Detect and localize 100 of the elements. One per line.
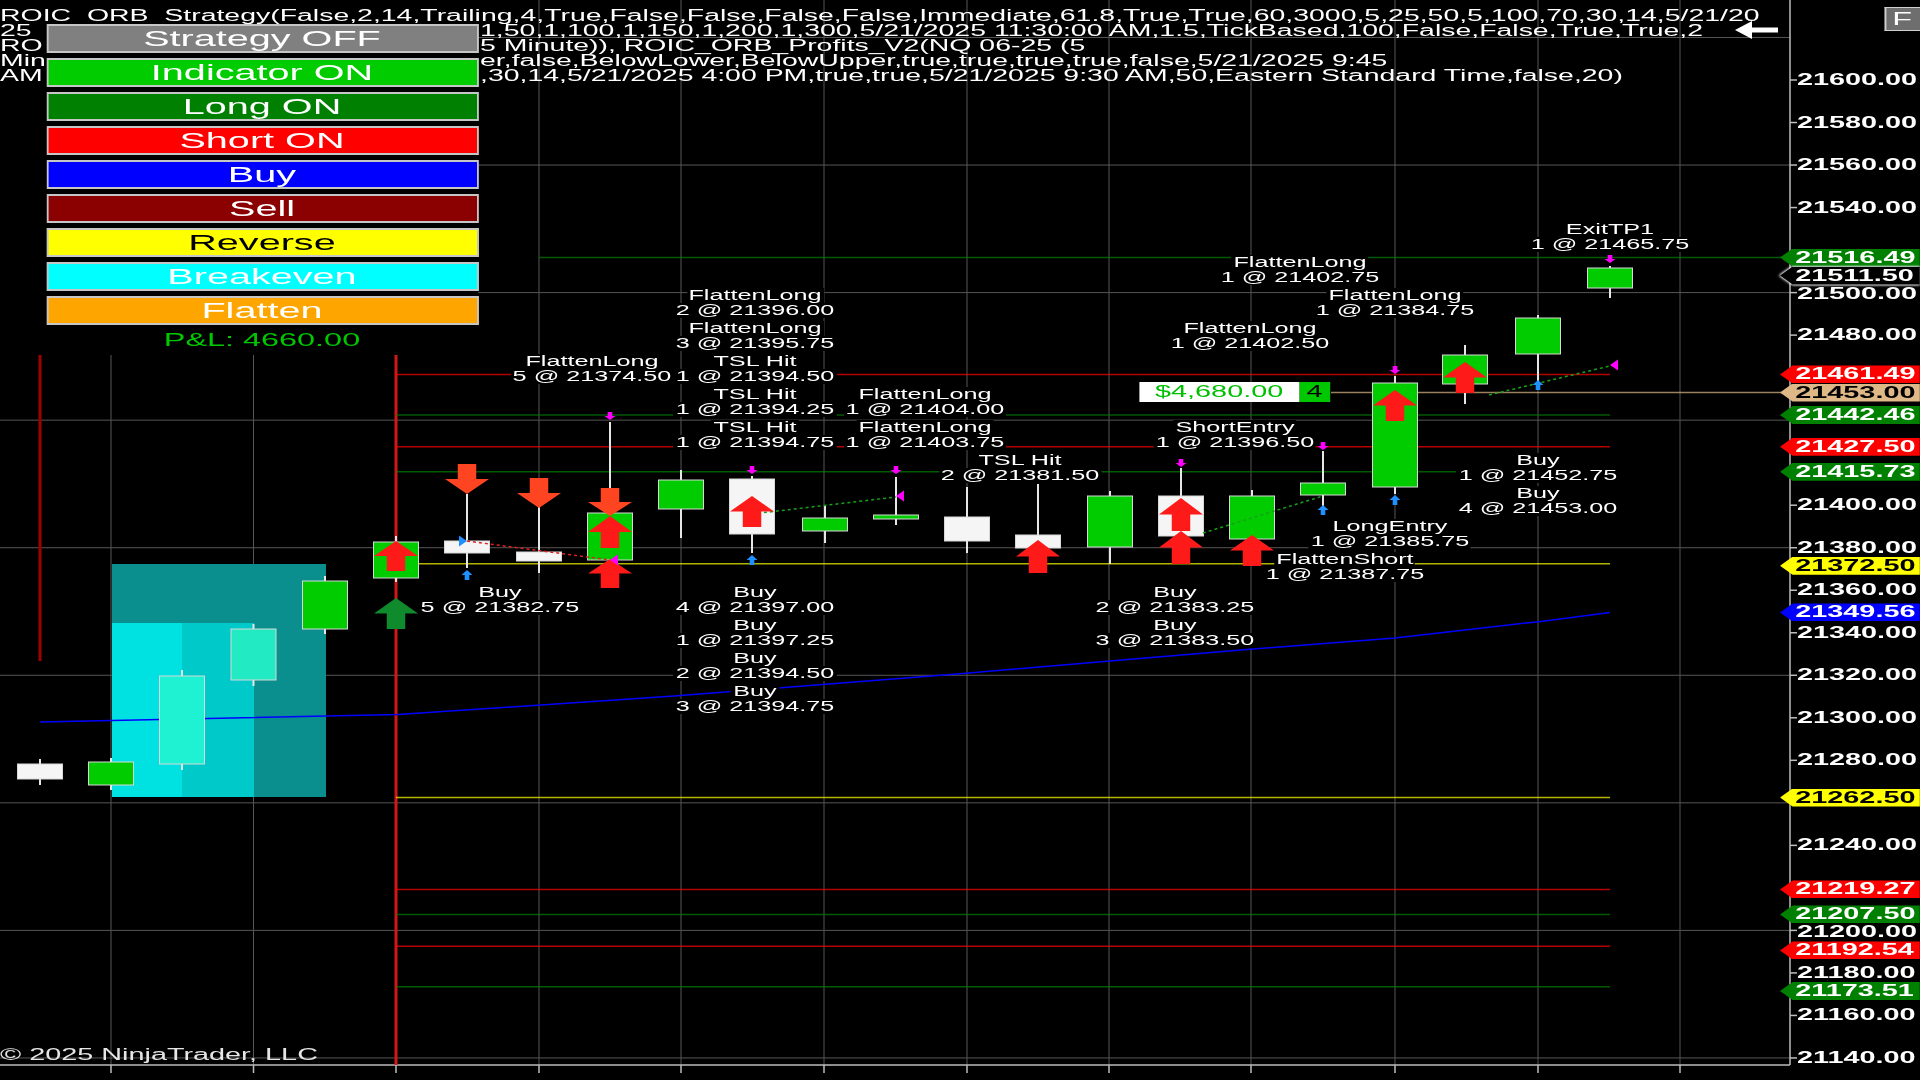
up-arrow-icon — [461, 570, 473, 580]
price-axis-label: 21380.00 — [1796, 538, 1918, 557]
candle — [230, 623, 277, 687]
down-arrow-icon — [445, 464, 489, 494]
long-on-button[interactable]: Long ON — [46, 92, 478, 121]
trade-fill-text: 3 @ 21383.50 — [1093, 632, 1257, 648]
candle — [88, 757, 134, 791]
trade-fill-text: 4 @ 21397.00 — [673, 599, 837, 615]
trade-action-text: FlattenShort — [1274, 551, 1416, 567]
candle — [516, 505, 562, 574]
price-axis-label: 21180.00 — [1796, 963, 1916, 982]
price-marker: 21173.51 — [1780, 981, 1920, 1000]
strategy-parameters-text: 5 Minute)), ROIC_ORB_Profits_V2(NQ 06-25 (5 — [480, 38, 1086, 53]
toolbar-button[interactable]: F — [1885, 7, 1920, 31]
strategy-parameters-text: 25 — [0, 23, 32, 38]
position-size: 4 — [1299, 382, 1330, 402]
price-marker: 21461.49 — [1780, 365, 1920, 384]
price-axis-label: 21580.00 — [1796, 113, 1918, 132]
price-marker: 21349.56 — [1780, 603, 1920, 622]
up-arrow-icon — [588, 516, 632, 548]
trade-fill-text: 1 @ 21394.50 — [673, 368, 837, 384]
candle — [944, 486, 990, 554]
strategy-parameters-text: ROIC ORB Strategy(False,2,14,Trailing,4,True,False,False,False,False,Immediate,61.8,True,True,60,3000,5,25,50,5,100,70,30,14,5/21/20 — [0, 8, 1760, 23]
price-axis-label: 21500.00 — [1796, 284, 1918, 303]
reverse-button[interactable]: Reverse — [46, 228, 478, 257]
trade-action-text: FlattenLong — [856, 419, 994, 435]
trade-action-text: TSL Hit — [711, 353, 799, 369]
price-axis-label: 21160.00 — [1796, 1006, 1916, 1025]
right-triangle-icon — [459, 535, 467, 547]
trade-action-text: FlattenLong — [1326, 287, 1464, 303]
price-axis-label: 21360.00 — [1796, 581, 1918, 600]
price-axis-label: 21560.00 — [1796, 156, 1918, 175]
down-arrow-icon — [890, 466, 902, 474]
trade-fill-text: 1 @ 21394.25 — [673, 401, 837, 417]
strategy-parameters-text: AM — [0, 68, 43, 83]
down-arrow-icon — [517, 478, 561, 508]
price-marker: 21453.00 — [1780, 383, 1920, 402]
trade-action-text: ShortEntry — [1173, 419, 1297, 435]
up-arrow-icon — [1532, 380, 1544, 390]
strategy-parameters-text: er,false,BelowLower,BelowUpper,true,true,true,true,false,5/21/2025 9:45 — [480, 53, 1388, 68]
price-marker: 21192.54 — [1780, 941, 1920, 960]
trade-fill-text: 2 @ 21381.50 — [938, 467, 1102, 483]
price-axis-label: 21400.00 — [1796, 496, 1918, 515]
up-arrow-icon — [374, 541, 418, 571]
down-arrow-icon — [588, 488, 632, 516]
price-axis-label: 21340.00 — [1796, 623, 1918, 642]
price-axis-label: 21140.00 — [1796, 1048, 1916, 1067]
trade-action-text: FlattenLong — [686, 287, 824, 303]
candle — [17, 758, 63, 786]
trade-fill-text: 3 @ 21394.75 — [673, 698, 837, 714]
price-axis-label: 21300.00 — [1796, 708, 1918, 727]
trade-fill-text: 1 @ 21396.50 — [1153, 434, 1317, 450]
up-arrow-icon — [1373, 390, 1417, 421]
copyright-text: © 2025 NinjaTrader, LLC — [0, 1046, 318, 1064]
up-arrow-icon — [1159, 531, 1203, 564]
up-arrow-icon — [1389, 495, 1401, 505]
price-marker: 21372.50 — [1780, 556, 1920, 575]
price-marker: 21219.27 — [1780, 880, 1920, 899]
trade-fill-text: 5 @ 21382.75 — [418, 599, 582, 615]
up-arrow-icon — [588, 559, 632, 588]
price-marker: 21207.50 — [1780, 905, 1920, 924]
up-arrow-icon — [746, 555, 758, 565]
price-axis-label: 21200.00 — [1796, 923, 1918, 942]
up-arrow-icon — [730, 496, 774, 527]
up-arrow-icon — [1443, 362, 1487, 393]
up-arrow-icon — [1159, 498, 1203, 531]
trade-action-text: FlattenLong — [1231, 254, 1369, 270]
short-on-button[interactable]: Short ON — [46, 126, 478, 155]
trade-action-text: TSL Hit — [976, 452, 1064, 468]
down-arrow-icon — [746, 466, 758, 474]
up-arrow-icon — [374, 598, 418, 629]
trade-fill-text: 1 @ 21452.75 — [1456, 467, 1620, 483]
price-marker: 21427.50 — [1780, 437, 1920, 456]
trade-fill-text: 4 @ 21453.00 — [1456, 500, 1620, 516]
price-axis-label: 21320.00 — [1796, 666, 1918, 685]
strategy-off-button[interactable]: Strategy OFF — [46, 24, 478, 53]
pnl-text: P&L: 4660.00 — [163, 330, 361, 350]
trade-fill-text: 1 @ 21394.75 — [673, 434, 837, 450]
price-marker: 21516.49 — [1780, 248, 1920, 267]
up-arrow-icon — [1016, 540, 1060, 573]
price-axis-label: 21280.00 — [1796, 751, 1918, 770]
buy-button[interactable]: Buy — [46, 160, 478, 189]
price-axis-label: 21240.00 — [1796, 836, 1918, 855]
candle — [802, 505, 848, 544]
trade-fill-text: 2 @ 21383.25 — [1093, 599, 1257, 615]
strategy-parameters-text: 1,50,1,100,1,150,1,200,1,300,5/21/2025 11:30:00 AM,1.5,TickBased,100,False,False,True,True,2 — [480, 23, 1703, 38]
down-arrow-icon — [1175, 459, 1187, 467]
position-pnl: $4,680.00 — [1139, 382, 1300, 402]
trade-action-text: ExitTP1 — [1564, 221, 1656, 237]
up-arrow-icon — [1230, 535, 1274, 566]
down-arrow-icon — [1317, 442, 1329, 450]
price-axis-label: 21600.00 — [1796, 71, 1918, 89]
left-triangle-icon — [896, 490, 904, 502]
price-marker: 21262.50 — [1780, 788, 1920, 807]
strategy-parameters-text: Min — [0, 53, 46, 68]
trade-action-text: Buy — [731, 683, 779, 699]
strategy-parameters-text: ,30,14,5/21/2025 4:00 PM,true,true,5/21/2025 9:30 AM,50,Eastern Standard Time,false,20) — [480, 68, 1623, 83]
sell-button[interactable]: Sell — [46, 194, 478, 223]
trade-fill-text: 1 @ 21385.75 — [1308, 533, 1472, 549]
candle — [658, 469, 704, 539]
